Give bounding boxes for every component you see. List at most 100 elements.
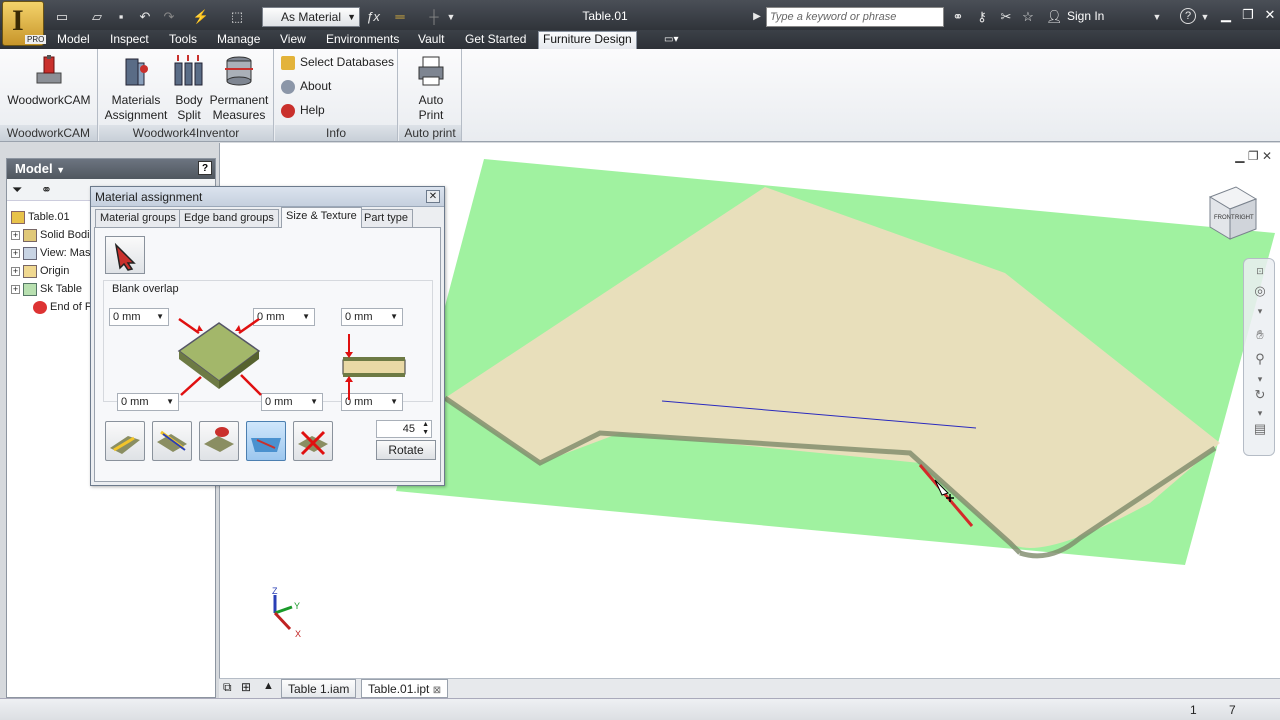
new-icon[interactable]: ▭ bbox=[54, 8, 70, 26]
close-icon[interactable]: ✕ bbox=[426, 190, 440, 203]
maximize-icon[interactable]: ❐ bbox=[1236, 6, 1260, 24]
permanent-measures-button[interactable]: Permanent Measures bbox=[207, 53, 271, 123]
restore-icon[interactable]: ❐ bbox=[1248, 149, 1259, 163]
materials-assignment-button[interactable]: Materials Assignment bbox=[102, 53, 170, 123]
parameters-icon[interactable]: ƒx bbox=[366, 8, 380, 26]
minimize-icon[interactable]: ▁ bbox=[1235, 149, 1244, 163]
binoculars-icon[interactable]: ⚭ bbox=[950, 8, 966, 26]
browser-help-icon[interactable]: ? bbox=[198, 161, 212, 175]
tab-part-type[interactable]: Part type bbox=[359, 209, 414, 227]
steering-wheel-icon[interactable]: ◎ bbox=[1252, 283, 1268, 299]
expand-icon[interactable]: + bbox=[11, 248, 20, 258]
chevron-down-icon[interactable]: ▾ bbox=[1252, 371, 1268, 387]
key-icon[interactable]: ⚷ bbox=[974, 8, 990, 26]
chevron-down-icon[interactable]: ▼ bbox=[1152, 8, 1162, 26]
open-documents-icon[interactable]: ▲ bbox=[263, 680, 274, 692]
sign-in-link[interactable]: Sign In bbox=[1067, 9, 1104, 23]
rotate-angle-input[interactable]: 45 ▲ ▼ bbox=[376, 420, 432, 438]
cascade-icon[interactable]: ⧉ bbox=[223, 680, 232, 695]
close-icon[interactable]: ✕ bbox=[1262, 149, 1272, 163]
help-icon[interactable]: ? bbox=[1180, 8, 1196, 24]
info-icon bbox=[281, 79, 295, 94]
texture-option-4-selected[interactable] bbox=[246, 421, 286, 461]
minimize-icon[interactable]: ▁ bbox=[1214, 6, 1238, 24]
texture-option-5[interactable] bbox=[293, 421, 333, 461]
browser-header[interactable]: Model ▼ ? bbox=[7, 159, 215, 179]
auto-print-button[interactable]: Auto Print bbox=[405, 53, 457, 123]
ribbon-options-icon[interactable]: ▭▾ bbox=[660, 32, 682, 47]
update-icon[interactable]: ⚡ bbox=[192, 8, 210, 26]
tab-vault[interactable]: Vault bbox=[414, 32, 448, 47]
rotate-button[interactable]: Rotate bbox=[376, 440, 436, 460]
pan-icon[interactable]: ✋︎ bbox=[1252, 327, 1268, 343]
pick-face-button[interactable] bbox=[105, 236, 145, 274]
tab-edge-band-groups[interactable]: Edge band groups bbox=[179, 209, 279, 227]
filter-icon[interactable]: ⏷ bbox=[12, 182, 22, 198]
view-icon bbox=[23, 246, 37, 260]
chevron-down-icon: ▼ bbox=[156, 312, 164, 321]
star-icon[interactable]: ☆ bbox=[1020, 8, 1036, 26]
undo-icon[interactable]: ↶ bbox=[136, 8, 154, 26]
open-icon[interactable]: ▱ bbox=[88, 8, 106, 26]
tab-inspect[interactable]: Inspect bbox=[106, 32, 153, 47]
application-menu-button[interactable]: I PRO bbox=[2, 1, 47, 46]
woodworkcam-button[interactable]: WoodworkCAM bbox=[4, 53, 94, 108]
viewcube-right-label: RIGHT bbox=[1235, 215, 1254, 221]
tab-get-started[interactable]: Get Started bbox=[461, 32, 530, 47]
user-icon[interactable]: 👤︎ bbox=[1046, 8, 1063, 26]
overlap-bottom-right-select[interactable]: 0 mm ▼ bbox=[261, 393, 323, 411]
search-expand-icon[interactable]: ▶ bbox=[752, 8, 762, 26]
binoculars-icon[interactable]: ⚭ bbox=[41, 182, 52, 198]
help-button[interactable]: Help bbox=[281, 100, 325, 120]
inventor-logo-icon: I bbox=[12, 4, 24, 37]
axis-z-label: Z bbox=[272, 586, 278, 596]
about-button[interactable]: About bbox=[281, 76, 331, 96]
look-at-icon[interactable]: ▤ bbox=[1252, 421, 1268, 437]
tab-manage[interactable]: Manage bbox=[213, 32, 264, 47]
select-icon[interactable]: ⬚ bbox=[228, 8, 246, 26]
tab-view[interactable]: View bbox=[276, 32, 310, 47]
material-select[interactable]: As Material ▼ bbox=[262, 7, 360, 27]
texture-option-2[interactable] bbox=[152, 421, 192, 461]
tree-item-label: Table.01 bbox=[28, 211, 70, 223]
database-icon bbox=[281, 55, 295, 70]
chevron-down-icon[interactable]: ▾ bbox=[1252, 405, 1268, 421]
tools-icon[interactable]: ✂ bbox=[998, 8, 1014, 26]
expand-icon[interactable]: + bbox=[11, 230, 20, 240]
close-icon[interactable]: ⊠ bbox=[433, 685, 441, 696]
redo-icon[interactable]: ↷ bbox=[160, 8, 178, 26]
tab-model[interactable]: Model bbox=[53, 32, 94, 47]
chevron-down-icon[interactable]: ▾ bbox=[1252, 303, 1268, 319]
overlap-top-left-select[interactable]: 0 mm ▼ bbox=[109, 308, 169, 326]
expand-icon[interactable]: + bbox=[11, 266, 20, 276]
texture-option-3[interactable] bbox=[199, 421, 239, 461]
navbar-close-icon[interactable]: ⊡ bbox=[1252, 263, 1268, 279]
texture-option-1[interactable] bbox=[105, 421, 145, 461]
texture-flat-icon bbox=[251, 438, 281, 452]
body-split-button[interactable]: Body Split bbox=[171, 53, 207, 123]
chevron-down-icon: ▼ bbox=[310, 397, 318, 406]
orbit-icon[interactable]: ↻ bbox=[1252, 387, 1268, 403]
save-icon[interactable]: ▪ bbox=[112, 8, 130, 26]
tab-tools[interactable]: Tools bbox=[165, 32, 201, 47]
tab-environments[interactable]: Environments bbox=[322, 32, 403, 47]
select-databases-button[interactable]: Select Databases bbox=[281, 52, 394, 72]
chevron-down-icon[interactable]: ▼ bbox=[1200, 8, 1210, 26]
thickness-top-select[interactable]: 0 mm ▼ bbox=[341, 308, 403, 326]
measure-icon[interactable]: ═ bbox=[390, 8, 410, 26]
spinner-icon[interactable]: ▲ ▼ bbox=[422, 421, 429, 437]
close-icon[interactable]: ✕ bbox=[1258, 6, 1280, 24]
sketch-icon[interactable]: ┼ bbox=[424, 8, 444, 26]
tab-furniture-design[interactable]: Furniture Design bbox=[538, 31, 637, 49]
doc-tab-table-assembly[interactable]: Table 1.iam bbox=[281, 679, 357, 698]
dialog-title-bar[interactable]: Material assignment ✕ bbox=[91, 187, 444, 207]
tab-material-groups[interactable]: Material groups bbox=[95, 209, 181, 227]
zoom-icon[interactable]: ⚲ bbox=[1252, 351, 1268, 367]
customize-qa-icon[interactable]: ▼ bbox=[446, 8, 456, 26]
search-input[interactable]: Type a keyword or phrase bbox=[766, 7, 944, 27]
tab-size-texture[interactable]: Size & Texture bbox=[281, 207, 362, 228]
viewcube-icon[interactable]: FRONT RIGHT bbox=[1202, 183, 1262, 243]
doc-tab-table-part[interactable]: Table.01.ipt ⊠ bbox=[361, 679, 449, 698]
expand-icon[interactable]: + bbox=[11, 284, 20, 294]
tile-icon[interactable]: ⊞ bbox=[241, 680, 251, 694]
